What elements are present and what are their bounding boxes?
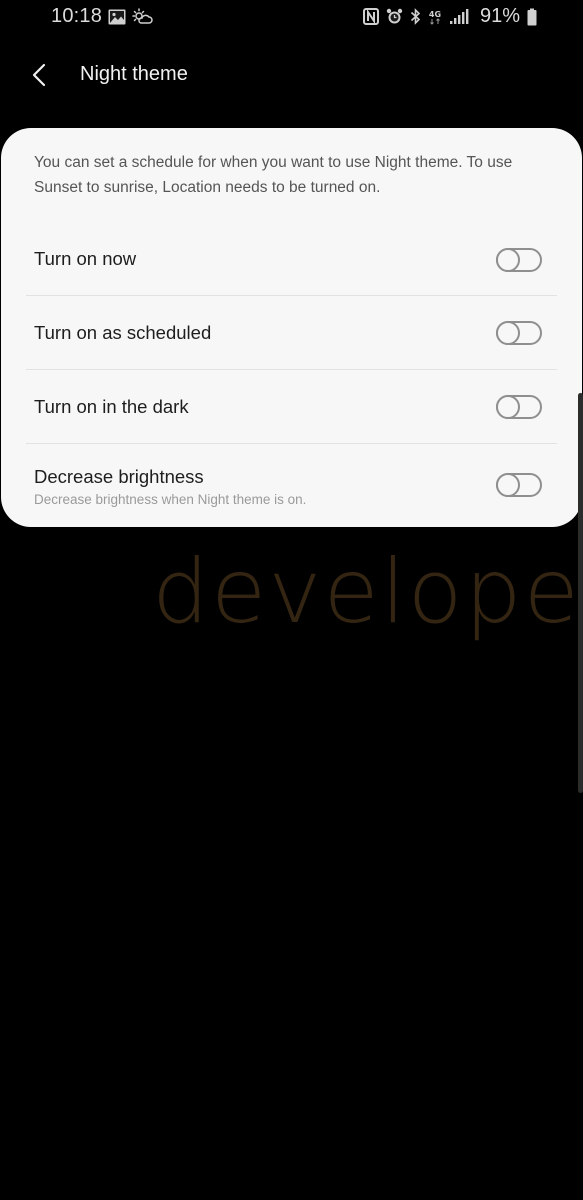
- page-title: Night theme: [80, 63, 188, 85]
- toggle-knob: [496, 473, 520, 497]
- setting-label: Decrease brightness: [34, 466, 204, 487]
- weather-icon: [132, 7, 154, 26]
- setting-row-turn-on-now[interactable]: Turn on now: [26, 222, 557, 296]
- settings-card: You can set a schedule for when you want…: [1, 128, 582, 527]
- card-description: You can set a schedule for when you want…: [34, 154, 513, 196]
- toggle-knob: [496, 248, 520, 272]
- nfc-icon: [362, 8, 379, 25]
- svg-text:4G: 4G: [429, 10, 441, 19]
- status-time: 10:18: [51, 5, 103, 27]
- watermark: developers: [152, 540, 583, 643]
- status-left: 10:18: [51, 5, 154, 28]
- setting-label: Turn on as scheduled: [34, 322, 212, 343]
- setting-label: Turn on now: [34, 248, 137, 269]
- signal-icon: [449, 8, 469, 25]
- setting-row-decrease-brightness[interactable]: Decrease brightness Decrease brightness …: [26, 444, 557, 527]
- status-bar: 10:18 4G 91%: [0, 0, 583, 34]
- setting-row-turn-on-in-the-dark[interactable]: Turn on in the dark: [26, 370, 557, 443]
- decrease-brightness-toggle[interactable]: [496, 473, 542, 497]
- toggle-knob: [496, 321, 520, 345]
- toggle-knob: [496, 395, 520, 419]
- setting-label: Turn on in the dark: [34, 396, 189, 417]
- bluetooth-icon: [410, 8, 421, 25]
- battery-percent: 91%: [479, 5, 520, 27]
- scrollbar[interactable]: [578, 393, 583, 793]
- app-bar: Night theme: [0, 50, 583, 102]
- gallery-notification-icon: [108, 9, 126, 25]
- setting-row-turn-on-as-scheduled[interactable]: Turn on as scheduled: [26, 296, 557, 369]
- setting-sublabel: Decrease brightness when Night theme is …: [34, 492, 307, 507]
- battery-icon: [527, 8, 537, 26]
- turn-on-in-the-dark-toggle[interactable]: [496, 395, 542, 419]
- status-right: 4G 91%: [362, 5, 537, 28]
- data-4g-icon: 4G: [428, 8, 442, 26]
- chevron-left-icon: [32, 63, 46, 87]
- back-button[interactable]: [26, 60, 54, 90]
- turn-on-as-scheduled-toggle[interactable]: [496, 321, 542, 345]
- turn-on-now-toggle[interactable]: [496, 248, 542, 272]
- alarm-icon: [386, 8, 403, 25]
